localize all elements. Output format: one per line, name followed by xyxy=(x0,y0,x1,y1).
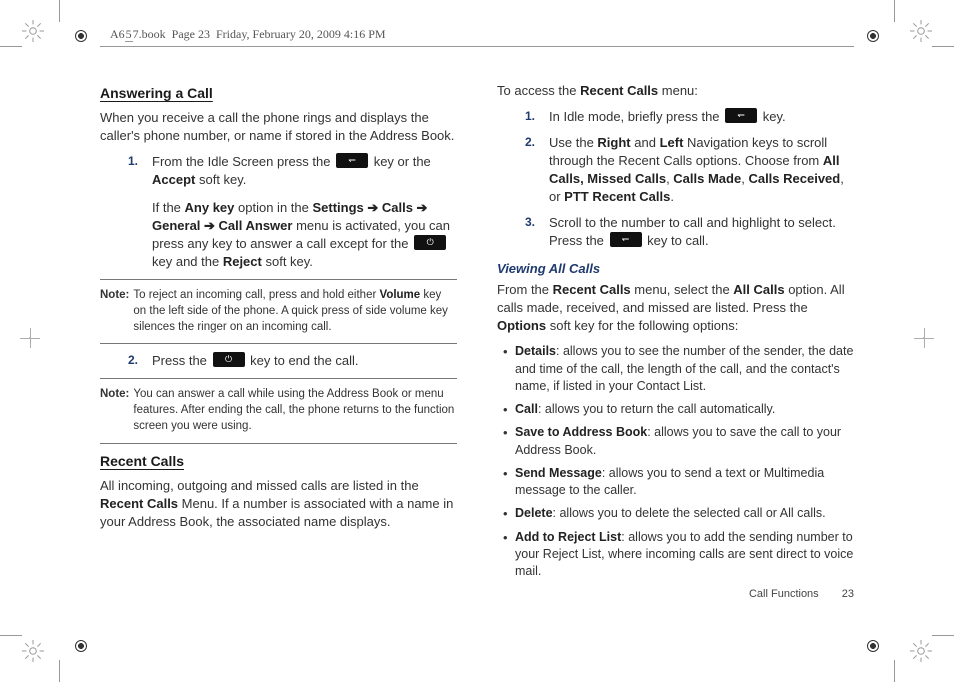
section-answering-call: Answering a Call xyxy=(100,84,457,103)
register-mark-right xyxy=(914,328,934,348)
header-book-suffix: 7.book xyxy=(133,27,166,41)
step-number: 3. xyxy=(525,214,535,231)
end-key-icon xyxy=(414,235,446,250)
header-underlined-char: 5 xyxy=(125,27,133,42)
option-add-reject-list: Add to Reject List: allows you to add th… xyxy=(503,529,854,581)
rule xyxy=(100,279,457,280)
rstep-3-text: Scroll to the number to call and highlig… xyxy=(549,215,836,248)
register-dot xyxy=(75,640,87,652)
call-key-icon xyxy=(336,153,368,168)
footer-page-number: 23 xyxy=(842,588,854,600)
crop-mark xyxy=(932,635,954,636)
content-columns: Answering a Call When you receive a call… xyxy=(100,78,854,618)
ornament-icon xyxy=(910,20,932,42)
rule xyxy=(100,443,457,444)
option-details: Details: allows you to see the number of… xyxy=(503,343,854,395)
page-footer: Call Functions 23 xyxy=(749,588,854,600)
step-number: 2. xyxy=(525,134,535,151)
crop-mark xyxy=(932,46,954,47)
note-reject-call: Note: To reject an incoming call, press … xyxy=(100,288,457,336)
option-save-address-book: Save to Address Book: allows you to save… xyxy=(503,424,854,459)
right-column: To access the Recent Calls menu: 1. In I… xyxy=(497,78,854,618)
crop-mark xyxy=(59,660,60,682)
option-call: Call: allows you to return the call auto… xyxy=(503,401,854,418)
step-1-para-2: If the Any key option in the Settings ➔ … xyxy=(152,199,457,271)
register-mark-left xyxy=(20,328,40,348)
crop-mark xyxy=(0,46,22,47)
answering-intro: When you receive a call the phone rings … xyxy=(100,109,457,145)
answering-steps: 1. From the Idle Screen press the key or… xyxy=(128,153,457,271)
ornament-icon xyxy=(22,640,44,662)
note-reject-text: To reject an incoming call, press and ho… xyxy=(133,288,457,336)
rule xyxy=(100,343,457,344)
recent-calls-intro: All incoming, outgoing and missed calls … xyxy=(100,477,457,531)
crop-mark xyxy=(59,0,60,22)
step-2: 2. Press the key to end the call. xyxy=(128,352,457,370)
crop-mark xyxy=(0,635,22,636)
answering-steps-2: 2. Press the key to end the call. xyxy=(128,352,457,370)
step-2-text: Press the key to end the call. xyxy=(152,353,359,368)
viewing-all-calls-intro: From the Recent Calls menu, select the A… xyxy=(497,281,854,335)
register-dot xyxy=(75,30,87,42)
document-page: A657.book Page 23 Friday, February 20, 2… xyxy=(0,0,954,682)
rule xyxy=(100,378,457,379)
recent-steps: 1. In Idle mode, briefly press the key. … xyxy=(525,108,854,250)
call-key-icon xyxy=(610,232,642,247)
page-header: A657.book Page 23 Friday, February 20, 2… xyxy=(110,27,386,42)
note-answer-during-menu: Note: You can answer a call while using … xyxy=(100,387,457,435)
option-delete: Delete: allows you to delete the selecte… xyxy=(503,505,854,522)
option-send-message: Send Message: allows you to send a text … xyxy=(503,465,854,500)
section-recent-calls: Recent Calls xyxy=(100,452,457,471)
register-dot xyxy=(867,30,879,42)
step-1-text: From the Idle Screen press the key or th… xyxy=(152,154,431,187)
call-key-icon xyxy=(725,108,757,123)
step-number: 2. xyxy=(128,352,138,369)
access-recent-calls: To access the Recent Calls menu: xyxy=(497,82,854,100)
rstep-2: 2. Use the Right and Left Navigation key… xyxy=(525,134,854,206)
register-dot xyxy=(867,640,879,652)
ornament-icon xyxy=(910,640,932,662)
subsection-viewing-all-calls: Viewing All Calls xyxy=(497,260,854,278)
rstep-3: 3. Scroll to the number to call and high… xyxy=(525,214,854,250)
rstep-1: 1. In Idle mode, briefly press the key. xyxy=(525,108,854,126)
header-rule xyxy=(100,46,854,47)
header-date: Friday, February 20, 2009 4:16 PM xyxy=(216,27,386,41)
footer-section: Call Functions xyxy=(749,588,819,600)
step-number: 1. xyxy=(525,108,535,125)
crop-mark xyxy=(894,660,895,682)
rstep-1-text: In Idle mode, briefly press the key. xyxy=(549,109,786,124)
left-column: Answering a Call When you receive a call… xyxy=(100,78,457,618)
crop-mark xyxy=(894,0,895,22)
step-number: 1. xyxy=(128,153,138,170)
step-1: 1. From the Idle Screen press the key or… xyxy=(128,153,457,271)
ornament-icon xyxy=(22,20,44,42)
end-key-icon xyxy=(213,352,245,367)
header-page-ref: Page 23 xyxy=(172,27,210,41)
header-book-prefix: A6 xyxy=(110,27,125,41)
rstep-2-text: Use the Right and Left Navigation keys t… xyxy=(549,135,844,204)
options-list: Details: allows you to see the number of… xyxy=(503,343,854,580)
